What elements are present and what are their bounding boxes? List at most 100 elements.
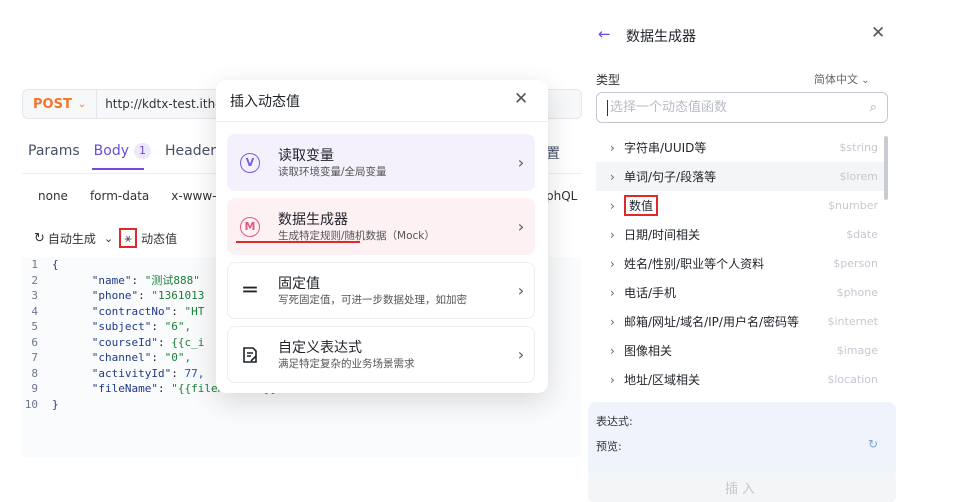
- category-item[interactable]: › 邮箱/网址/域名/IP/用户名/密码等 $internet: [596, 307, 888, 336]
- chevron-right-icon: ›: [517, 217, 525, 236]
- dialog-title: 插入动态值: [230, 94, 300, 110]
- line-number: 7: [31, 351, 38, 364]
- back-arrow-icon[interactable]: ←: [598, 25, 611, 43]
- tab-headers[interactable]: Headers: [165, 143, 223, 159]
- code-text: }: [52, 397, 59, 411]
- line-number: 8: [31, 366, 38, 380]
- search-icon[interactable]: ⌕: [870, 100, 877, 115]
- chevron-down-icon: ⌄: [77, 98, 87, 110]
- option-desc: 读取环境变量/全局变量: [278, 165, 387, 178]
- refresh-icon[interactable]: ↻: [868, 437, 878, 451]
- type-label: 类型: [596, 73, 621, 87]
- close-icon[interactable]: ✕: [514, 89, 528, 109]
- close-icon[interactable]: ✕: [871, 23, 885, 43]
- line-number: 5: [31, 320, 38, 333]
- scrollbar[interactable]: [884, 136, 888, 200]
- function-name: $location: [827, 373, 878, 386]
- category-item[interactable]: › 日期/时间相关 $date: [596, 220, 888, 249]
- chevron-right-icon: ›: [610, 314, 615, 329]
- category-item[interactable]: › 单词/句子/段落等 $lorem: [596, 162, 888, 191]
- json-key: "name": [91, 273, 132, 287]
- function-name: $string: [839, 141, 878, 154]
- tab-body[interactable]: Body 1: [93, 143, 152, 159]
- function-name: $phone: [836, 286, 878, 299]
- option-read-variable[interactable]: V 读取变量 读取环境变量/全局变量 ›: [227, 134, 535, 191]
- category-item[interactable]: › 地址/区域相关 $location: [596, 365, 888, 388]
- code-text: {: [52, 258, 59, 271]
- line-number: 3: [31, 289, 38, 302]
- json-key: "courseId": [91, 335, 158, 349]
- category-label: 图像相关: [624, 344, 673, 358]
- category-item[interactable]: › 图像相关 $image: [596, 336, 888, 365]
- chevron-right-icon: ›: [610, 140, 615, 155]
- tab-body-label: Body: [93, 143, 130, 159]
- language-select[interactable]: 简体中文 ⌄: [814, 71, 870, 87]
- category-item[interactable]: › 数值 $number: [596, 191, 888, 220]
- insert-dynamic-value-dialog: 插入动态值 ✕ V 读取变量 读取环境变量/全局变量 › M 数据生成器 生成特…: [216, 80, 548, 393]
- tab-params[interactable]: Params: [28, 143, 80, 159]
- body-type-graphql-partial[interactable]: phQL: [546, 189, 577, 203]
- text-cursor: [607, 99, 608, 116]
- url-input[interactable]: http://kdtx-test.ithei: [97, 97, 226, 111]
- line-number: 1: [31, 258, 38, 271]
- chevron-right-icon: ›: [610, 227, 615, 242]
- method-select[interactable]: POST ⌄: [23, 90, 98, 118]
- json-value: "6",: [164, 320, 192, 333]
- chevron-right-icon: ›: [610, 343, 615, 358]
- line-number: 4: [31, 304, 38, 318]
- panel-title: 数据生成器: [626, 29, 696, 45]
- line-number: 6: [31, 335, 38, 349]
- json-value: "测试888": [144, 273, 200, 287]
- expression-icon: [243, 346, 257, 363]
- language-label: 简体中文: [814, 73, 858, 86]
- category-item[interactable]: › 姓名/性别/职业等个人资料 $person: [596, 249, 888, 278]
- equals-icon: ═: [243, 278, 257, 303]
- chevron-right-icon: ›: [517, 153, 525, 172]
- method-label: POST: [33, 96, 72, 112]
- body-type-x-www-form[interactable]: x-www-f: [171, 189, 220, 203]
- category-label: 日期/时间相关: [624, 228, 701, 242]
- category-label: 地址/区域相关: [624, 373, 701, 387]
- dynamic-value-button[interactable]: 动态值: [141, 230, 177, 247]
- json-key: "contractNo": [91, 304, 172, 318]
- body-type-none[interactable]: none: [38, 189, 68, 203]
- option-custom-expression[interactable]: 自定义表达式 满足特定复杂的业务场景需求 ›: [227, 326, 535, 383]
- variable-icon: V: [240, 152, 260, 173]
- line-number: 2: [31, 273, 38, 287]
- function-search-input[interactable]: [610, 100, 870, 115]
- insert-button[interactable]: 插入: [588, 472, 896, 502]
- category-label: 字符串/UUID等: [624, 141, 707, 155]
- category-item[interactable]: › 字符串/UUID等 $string: [596, 133, 888, 162]
- json-key: "channel": [91, 351, 152, 364]
- chevron-right-icon: ›: [610, 169, 615, 184]
- tab-settings-partial[interactable]: 置: [546, 143, 560, 163]
- body-toolbar: ↻ 自动生成 ⌄ ⚹ 动态值: [34, 228, 177, 248]
- option-data-generator[interactable]: M 数据生成器 生成特定规则/随机数据（Mock） ›: [227, 198, 535, 255]
- chevron-right-icon: ›: [610, 256, 615, 271]
- option-title: 数据生成器: [278, 211, 348, 228]
- category-item[interactable]: › 电话/手机 $phone: [596, 278, 888, 307]
- category-label: 姓名/性别/职业等个人资料: [624, 257, 765, 271]
- magic-wand-icon[interactable]: ⚹: [119, 228, 138, 248]
- category-label: 单词/句子/段落等: [624, 170, 717, 184]
- json-value: 77,: [184, 366, 205, 380]
- option-fixed-value[interactable]: ═ 固定值 写死固定值，可进一步数据处理，如加密 ›: [227, 262, 535, 319]
- category-label: 电话/手机: [624, 286, 677, 300]
- json-value: "0",: [164, 351, 192, 364]
- json-value: {{c_i: [171, 335, 205, 349]
- auto-generate-button[interactable]: 自动生成: [48, 230, 96, 247]
- json-key: "subject": [91, 320, 152, 333]
- chevron-down-icon[interactable]: ⌄: [104, 232, 113, 245]
- data-generator-panel: ← 数据生成器 ✕ 类型 简体中文 ⌄ ⌕ ›字符串/UUID等$string›…: [588, 20, 898, 502]
- chevron-down-icon: ⌄: [858, 75, 870, 86]
- body-type-form-data[interactable]: form-data: [90, 189, 149, 203]
- json-value: "1361013: [151, 289, 205, 302]
- refresh-icon: ↻: [34, 230, 45, 246]
- highlight-underline: [236, 241, 360, 243]
- function-name: $image: [836, 344, 878, 357]
- option-title: 固定值: [278, 275, 320, 292]
- json-value: "HT: [184, 304, 205, 318]
- function-search[interactable]: ⌕: [596, 92, 888, 123]
- json-key: "fileName": [91, 382, 158, 395]
- body-type-options: none form-data x-www-f: [38, 189, 221, 203]
